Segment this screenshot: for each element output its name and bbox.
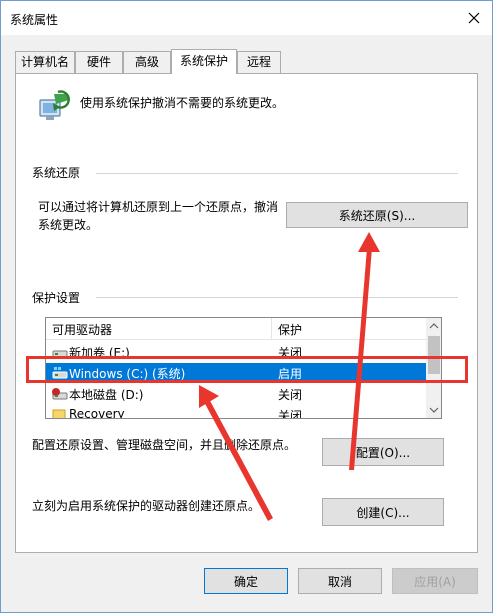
drive-row-selected[interactable]: Windows (C:) (系统) 启用 bbox=[46, 363, 426, 383]
tab-hardware[interactable]: 硬件 bbox=[75, 51, 123, 73]
ok-button[interactable]: 确定 bbox=[204, 568, 288, 594]
drive-protection-status: 关闭 bbox=[278, 346, 303, 360]
create-description: 立刻为启用系统保护的驱动器创建还原点。 bbox=[32, 499, 261, 513]
tab-system-protection[interactable]: 系统保护 bbox=[171, 49, 237, 74]
system-drive-icon bbox=[52, 367, 68, 379]
title-bar: 系统属性 bbox=[1, 1, 492, 35]
drive-icon bbox=[52, 350, 68, 358]
drive-icon bbox=[52, 388, 68, 400]
scroll-up-button[interactable] bbox=[426, 318, 441, 334]
drive-protection-status: 关闭 bbox=[278, 409, 303, 419]
column-separator[interactable] bbox=[271, 318, 272, 340]
drive-name: 新加卷 (E:) bbox=[69, 346, 130, 360]
group-divider bbox=[96, 173, 458, 174]
system-restore-group-label: 系统还原 bbox=[32, 164, 81, 181]
column-header-protection[interactable]: 保护 bbox=[278, 321, 302, 338]
cancel-button[interactable]: 取消 bbox=[298, 568, 382, 594]
drive-name: Windows (C:) (系统) bbox=[69, 367, 186, 381]
window-title: 系统属性 bbox=[10, 13, 59, 27]
apply-button[interactable]: 应用(A) bbox=[392, 568, 478, 594]
drive-protection-status: 启用 bbox=[278, 367, 303, 381]
scroll-down-button[interactable] bbox=[426, 402, 441, 418]
drive-list-scrollbar[interactable] bbox=[426, 318, 441, 418]
restore-description-line2: 系统更改。 bbox=[38, 218, 99, 232]
tab-advanced[interactable]: 高级 bbox=[123, 51, 171, 73]
restore-description-line1: 可以通过将计算机还原到上一个还原点，撤消 bbox=[38, 200, 279, 214]
drive-name: 本地磁盘 (D:) bbox=[69, 388, 144, 402]
drive-name: Recovery bbox=[69, 407, 125, 419]
restore-description: 可以通过将计算机还原到上一个还原点，撤消 系统更改。 bbox=[38, 198, 278, 234]
system-restore-button[interactable]: 系统还原(S)... bbox=[286, 202, 468, 228]
drive-list-header: 可用驱动器 保护 bbox=[46, 318, 426, 340]
drive-row[interactable]: 本地磁盘 (D:) 关闭 bbox=[46, 384, 426, 404]
drive-list[interactable]: 可用驱动器 保护 新加卷 (E:) 关闭 Windows (C:) (系统) 启… bbox=[45, 317, 442, 419]
chevron-up-icon bbox=[429, 323, 439, 329]
protection-settings-group-label: 保护设置 bbox=[32, 289, 81, 306]
group-divider bbox=[96, 297, 458, 298]
folder-icon bbox=[52, 409, 66, 418]
column-header-drive[interactable]: 可用驱动器 bbox=[52, 321, 112, 338]
drive-row[interactable]: 新加卷 (E:) 关闭 bbox=[46, 342, 426, 362]
configure-description: 配置还原设置、管理磁盘空间，并且删除还原点。 bbox=[32, 438, 297, 452]
system-protection-icon bbox=[39, 90, 70, 120]
drive-protection-status: 关闭 bbox=[278, 388, 303, 402]
create-button[interactable]: 创建(C)... bbox=[322, 498, 444, 526]
close-icon bbox=[468, 12, 480, 24]
tab-remote[interactable]: 远程 bbox=[237, 51, 281, 73]
configure-button[interactable]: 配置(O)... bbox=[322, 438, 444, 466]
tab-computer-name[interactable]: 计算机名 bbox=[15, 51, 75, 73]
intro-text: 使用系统保护撤消不需要的系统更改。 bbox=[80, 96, 285, 110]
drive-row[interactable]: Recovery 关闭 bbox=[46, 405, 426, 419]
chevron-down-icon bbox=[429, 407, 439, 413]
close-button[interactable] bbox=[464, 8, 484, 28]
scroll-thumb[interactable] bbox=[428, 336, 440, 374]
system-properties-window: 系统属性 计算机名 硬件 高级 系统保护 远程 使用系统保护撤消不需要的系统更改… bbox=[0, 0, 493, 613]
system-protection-panel: 使用系统保护撤消不需要的系统更改。 系统还原 可以通过将计算机还原到上一个还原点… bbox=[15, 73, 478, 553]
